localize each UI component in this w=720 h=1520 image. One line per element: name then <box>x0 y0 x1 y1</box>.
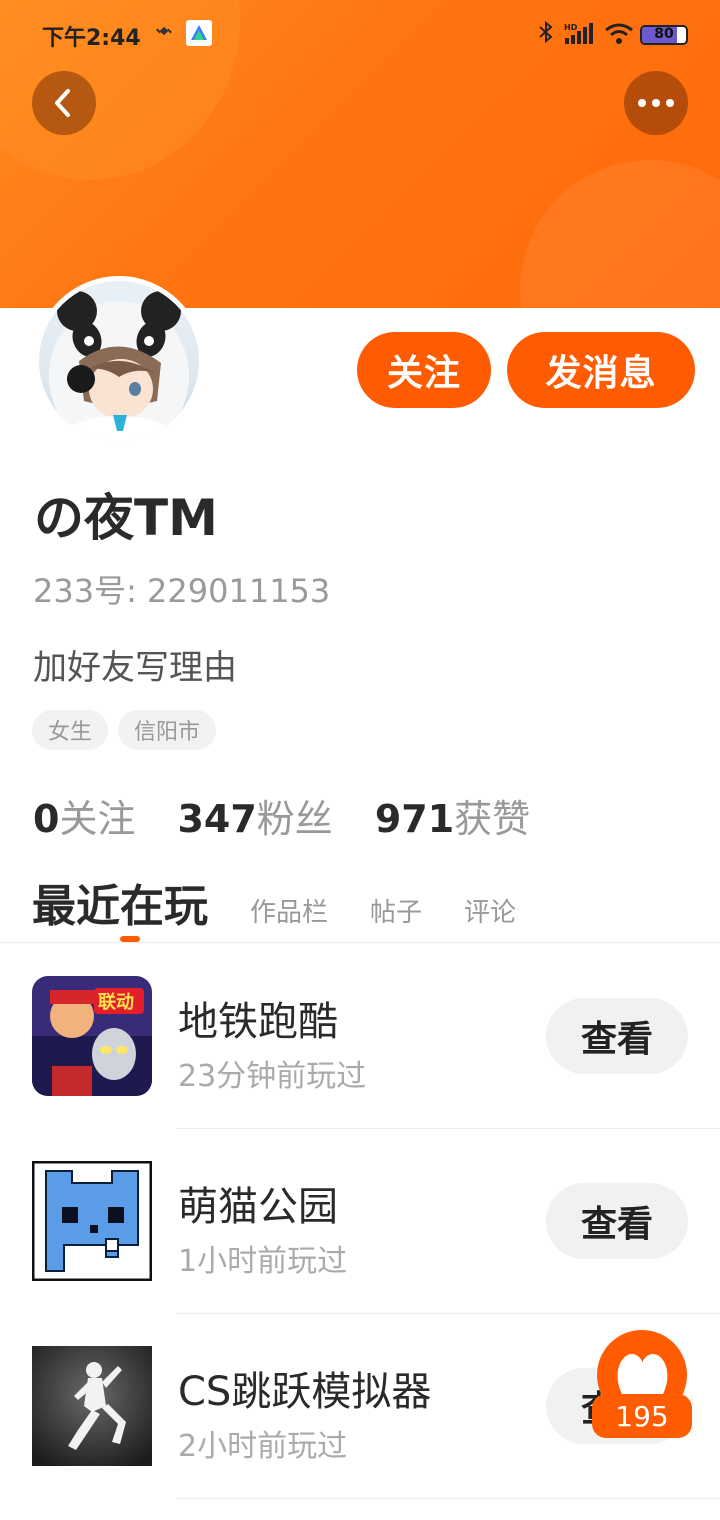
svg-text:联动: 联动 <box>98 992 134 1013</box>
stat-following-label: 关注 <box>59 797 136 841</box>
battery-icon: 80 <box>640 25 688 45</box>
game-last-played: 23分钟前玩过 <box>178 1059 367 1094</box>
like-button[interactable]: 195 <box>592 1330 692 1440</box>
game-last-played: 2小时前玩过 <box>178 1429 348 1464</box>
username: の夜TM <box>34 489 218 547</box>
wifi-icon <box>604 22 634 50</box>
user-bio: 加好友写理由 <box>33 648 237 688</box>
tag-gender: 女生 <box>32 710 109 750</box>
stat-likes-value: 971 <box>374 797 455 841</box>
game-icon-subway-surfers: 联动 <box>32 976 152 1096</box>
profile-tabs: 最近在玩 作品栏 帖子 评论 <box>32 870 558 934</box>
user-id: 233号: 229011153 <box>33 572 331 610</box>
divider <box>176 1498 720 1499</box>
game-icon-cs-jump-simulator <box>32 1346 152 1466</box>
view-game-button[interactable]: 查看 <box>546 998 688 1074</box>
game-icon-cute-cat-park <box>32 1161 152 1281</box>
tab-works[interactable]: 作品栏 <box>250 892 328 929</box>
stat-following[interactable]: 0 关注 <box>33 788 135 843</box>
send-message-button[interactable]: 发消息 <box>507 332 695 408</box>
stat-fans-label: 粉丝 <box>256 797 333 841</box>
follow-button[interactable]: 关注 <box>357 332 491 408</box>
stat-fans[interactable]: 347 粉丝 <box>177 788 332 843</box>
tab-recently-played[interactable]: 最近在玩 <box>32 870 208 934</box>
stat-likes-label: 获赞 <box>454 797 531 841</box>
profile-tags: 女生 信阳市 <box>32 710 217 750</box>
game-title: 萌猫公园 <box>178 1184 338 1230</box>
game-title: CS跳跃模拟器 <box>178 1369 432 1415</box>
avatar[interactable] <box>34 276 204 446</box>
svg-text:HD: HD <box>564 23 578 32</box>
game-last-played: 1小时前玩过 <box>178 1244 348 1279</box>
more-horizontal-icon <box>638 99 674 107</box>
status-bar: 下午2:44 HD 80 <box>0 0 720 70</box>
tag-location: 信阳市 <box>118 710 217 750</box>
list-item[interactable]: 萌猫公园 1小时前玩过 查看 <box>0 1128 720 1313</box>
like-count: 195 <box>592 1394 692 1438</box>
view-game-button[interactable]: 查看 <box>546 1183 688 1259</box>
tab-posts[interactable]: 帖子 <box>370 892 422 929</box>
back-button[interactable] <box>32 71 96 135</box>
stat-fans-value: 347 <box>177 797 257 841</box>
chevron-left-icon <box>55 89 70 117</box>
stat-likes: 971 获赞 <box>375 788 530 843</box>
profile-stats: 0 关注 347 粉丝 971 获赞 <box>33 788 572 843</box>
app-notification-icon <box>186 20 212 46</box>
list-item[interactable]: 联动 地铁跑酷 23分钟前玩过 查看 <box>0 943 720 1128</box>
game-title: 地铁跑酷 <box>178 999 338 1045</box>
status-time: 下午2:44 <box>42 26 141 51</box>
signal-icon: HD <box>564 22 594 50</box>
tab-comments[interactable]: 评论 <box>464 892 516 929</box>
bluetooth-icon <box>538 20 554 50</box>
battery-level: 80 <box>654 26 674 42</box>
more-options-button[interactable] <box>624 71 688 135</box>
satellite-icon <box>155 22 173 45</box>
stat-following-value: 0 <box>33 797 60 841</box>
